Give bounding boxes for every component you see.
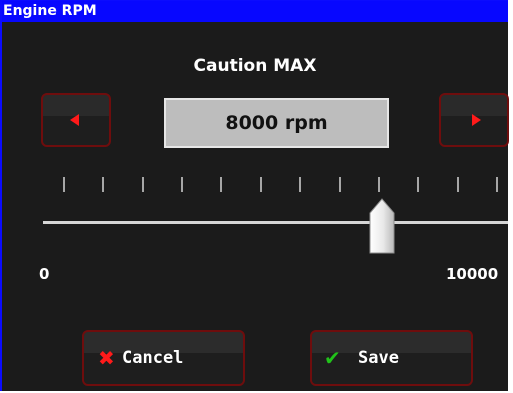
left-triangle-icon [70,114,79,126]
slider-tick [63,177,65,192]
slider-tick [496,177,498,192]
right-triangle-icon [472,114,481,126]
slider-tick [259,177,262,192]
engine-rpm-dialog: Engine RPM Caution MAX 8000 rpm 0 10000 … [0,0,509,391]
slider-min-label: 0 [39,265,50,283]
value-display: 8000 rpm [164,98,389,148]
checkmark-icon: ✔ [324,346,341,370]
decrease-button[interactable] [41,93,111,147]
slider-tick [102,177,105,192]
increase-button[interactable] [439,93,509,147]
slider-tick [456,177,459,192]
slider-tick [141,177,144,192]
slider-tick [299,177,302,192]
slider-tick [338,177,341,192]
slider-track[interactable] [43,221,508,224]
slider-tick [220,177,223,192]
slider-thumb[interactable] [367,196,397,256]
window-title: Engine RPM [2,1,508,22]
save-label: Save [358,348,399,368]
x-icon: ✖ [98,346,115,370]
cancel-button[interactable]: ✖ Cancel [82,330,245,386]
slider-tick [417,177,420,192]
slider-tick [377,177,380,192]
setting-heading: Caution MAX [193,56,317,76]
slider-max-label: 10000 [446,265,499,283]
slider-tick [181,177,184,192]
save-button[interactable]: ✔ Save [310,330,473,386]
cancel-label: Cancel [122,348,184,368]
